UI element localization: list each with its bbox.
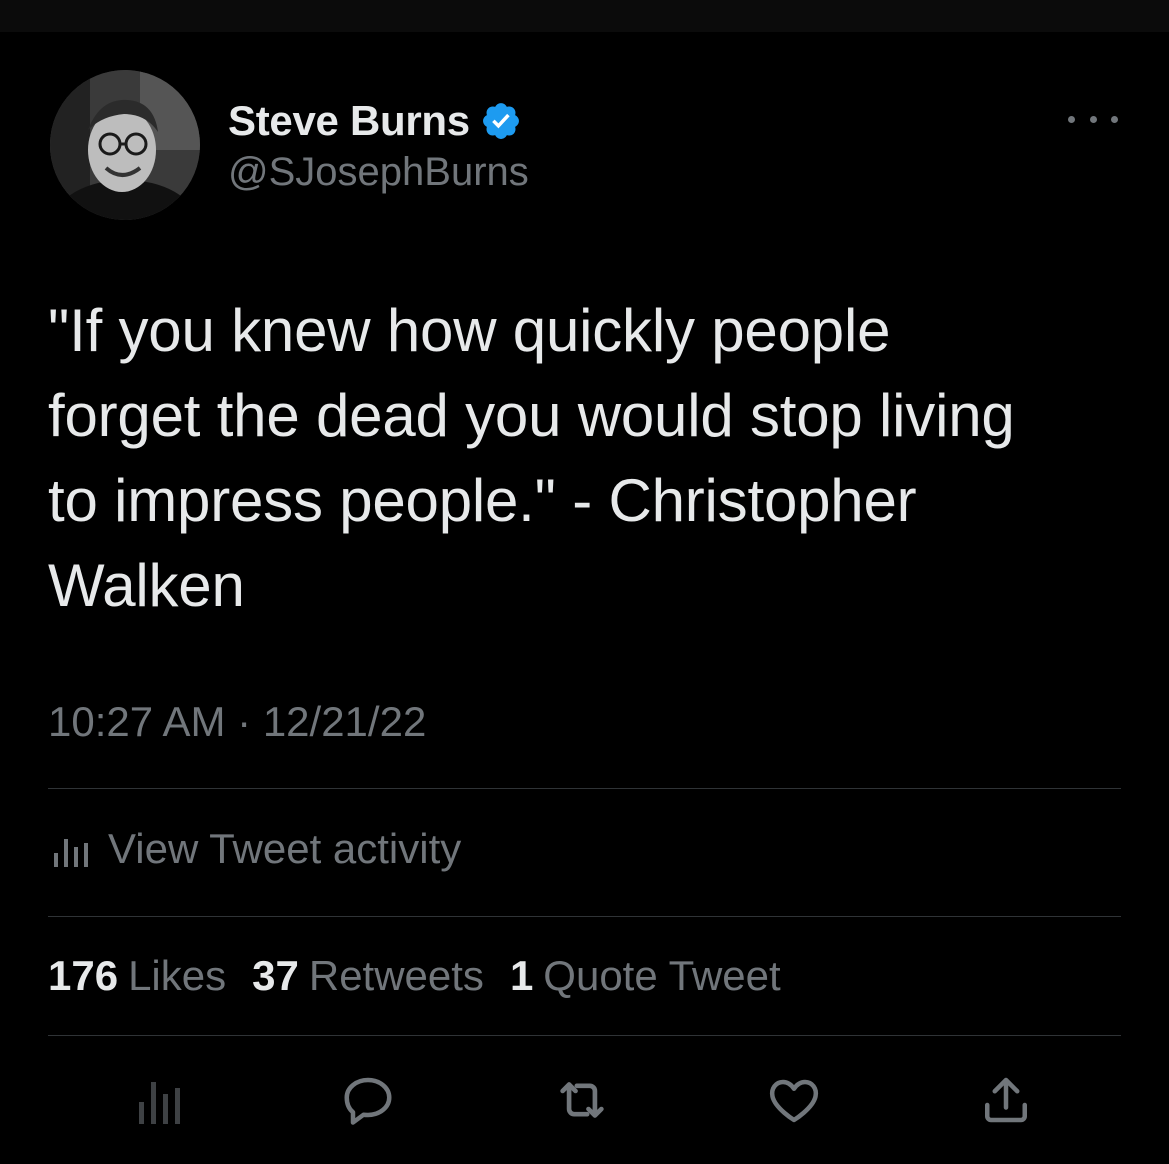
- divider: [48, 788, 1121, 789]
- likes-label: Likes: [128, 952, 227, 999]
- divider: [48, 1035, 1121, 1036]
- view-tweet-activity-link[interactable]: View Tweet activity: [52, 824, 461, 874]
- view-tweet-activity-label[interactable]: View Tweet activity: [108, 825, 461, 873]
- author-name-row[interactable]: Steve Burns: [228, 96, 522, 146]
- retweets-stat[interactable]: 37 Retweets: [252, 952, 484, 1000]
- tweet-time[interactable]: 10:27 AM: [48, 698, 225, 745]
- more-dot: [1068, 115, 1075, 123]
- share-icon[interactable]: [974, 1068, 1038, 1132]
- avatar[interactable]: [50, 70, 200, 220]
- more-dot: [1089, 115, 1097, 123]
- quote-tweets-count: 1: [509, 952, 534, 999]
- quote-tweets-label: Quote Tweet: [543, 952, 781, 999]
- tweet-text: "If you knew how quickly people forget t…: [48, 297, 1015, 619]
- likes-stat[interactable]: 176 Likes: [48, 952, 226, 1000]
- retweet-icon[interactable]: [550, 1068, 614, 1132]
- like-icon[interactable]: [762, 1068, 826, 1132]
- author-handle[interactable]: @SJosephBurns: [228, 150, 529, 195]
- engagement-stats: 176 Likes 37 Retweets 1 Quote Tweet: [48, 952, 807, 1000]
- more-options-icon[interactable]: [1068, 104, 1118, 134]
- likes-count: 176: [48, 952, 119, 999]
- meta-separator: ·: [237, 698, 252, 745]
- tweet-action-bar: [0, 1068, 1169, 1138]
- retweets-label: Retweets: [308, 952, 484, 999]
- more-dot: [1111, 115, 1118, 123]
- status-bar-strip: [0, 0, 1169, 32]
- quote-tweets-stat[interactable]: 1 Quote Tweet: [510, 952, 781, 1000]
- tweet-date[interactable]: 12/21/22: [263, 698, 427, 745]
- retweets-count: 37: [252, 952, 299, 999]
- divider: [48, 916, 1121, 917]
- reply-icon[interactable]: [336, 1068, 400, 1132]
- author-display-name[interactable]: Steve Burns: [228, 97, 470, 145]
- analytics-icon[interactable]: [124, 1068, 188, 1132]
- tweet-timestamp[interactable]: 10:27 AM · 12/21/22: [48, 698, 426, 746]
- bar-chart-icon: [54, 839, 88, 867]
- verified-badge-icon: [482, 103, 519, 139]
